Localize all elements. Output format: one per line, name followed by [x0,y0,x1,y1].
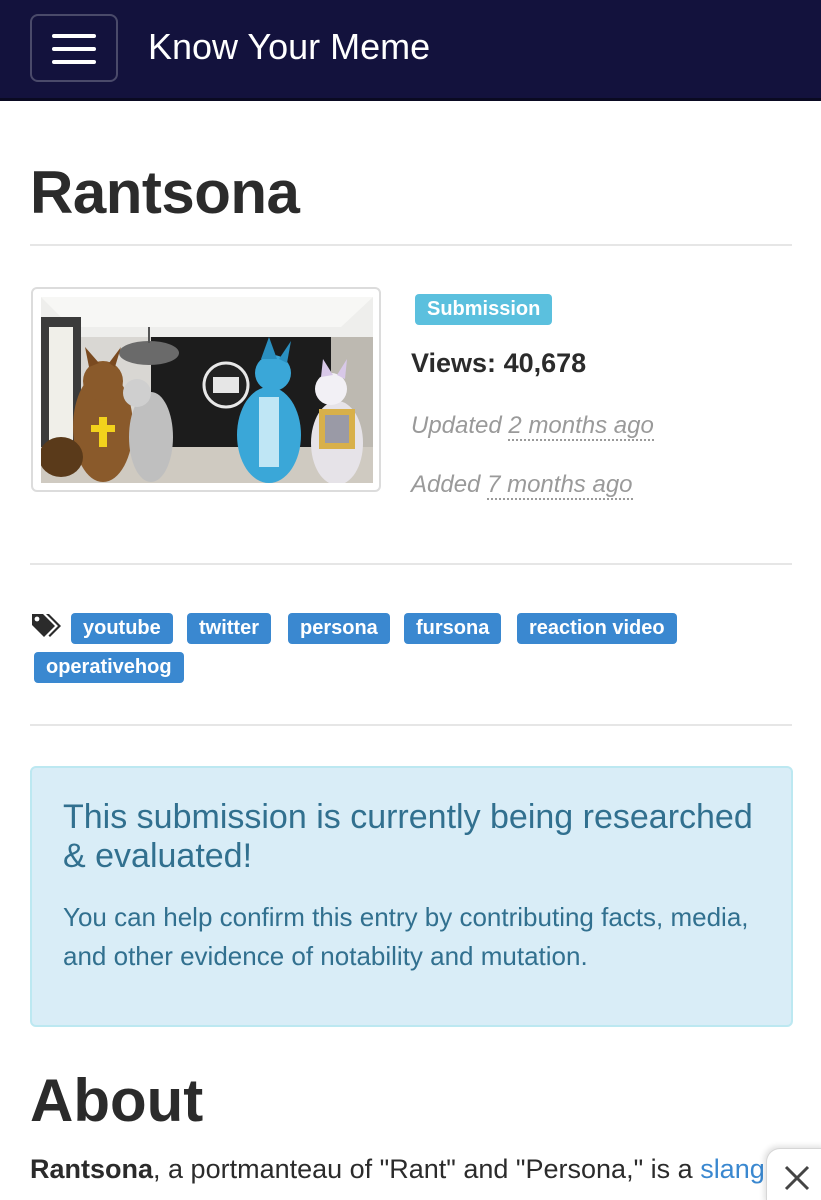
views-count: Views: 40,678 [411,348,586,379]
about-heading: About [30,1067,204,1134]
site-title-link[interactable]: Know Your Meme [148,26,430,68]
divider [30,244,792,246]
added-line: Added 7 months ago [411,471,633,500]
views-value: 40,678 [503,348,587,378]
page-title: Rantsona [30,159,300,226]
added-time: 7 months ago [487,471,633,500]
tag-operativehog[interactable]: operativehog [34,652,184,683]
entry-image[interactable] [41,297,373,483]
tag-youtube[interactable]: youtube [71,613,173,644]
research-notice: This submission is currently being resea… [30,766,793,1027]
added-label: Added [411,471,481,498]
updated-line: Updated 2 months ago [411,412,654,441]
close-ad-button[interactable] [766,1148,821,1200]
about-term: Rantsona [30,1154,154,1184]
close-icon [767,1165,821,1200]
views-label: Views: [411,348,497,378]
about-paragraph: Rantsona, a portmanteau of "Rant" and "P… [30,1154,765,1185]
divider [30,724,792,726]
tag-persona[interactable]: persona [288,613,390,644]
tag-fursona[interactable]: fursona [404,613,502,644]
hamburger-menu-button[interactable] [30,14,118,82]
about-text: , a portmanteau of "Rant" and "Persona,"… [153,1154,701,1184]
notice-text: You can help confirm this entry by contr… [63,902,749,971]
divider [30,563,792,565]
tag-twitter[interactable]: twitter [187,613,271,644]
tag-reaction-video[interactable]: reaction video [517,613,677,644]
status-badge: Submission [415,294,553,325]
entry-thumbnail[interactable] [31,287,381,492]
notice-heading: This submission is currently being resea… [63,798,753,875]
updated-label: Updated [411,412,502,439]
tags-icon [30,612,62,640]
updated-time: 2 months ago [508,412,654,441]
slang-link[interactable]: slang [700,1154,765,1184]
top-navbar: Know Your Meme [0,0,821,101]
